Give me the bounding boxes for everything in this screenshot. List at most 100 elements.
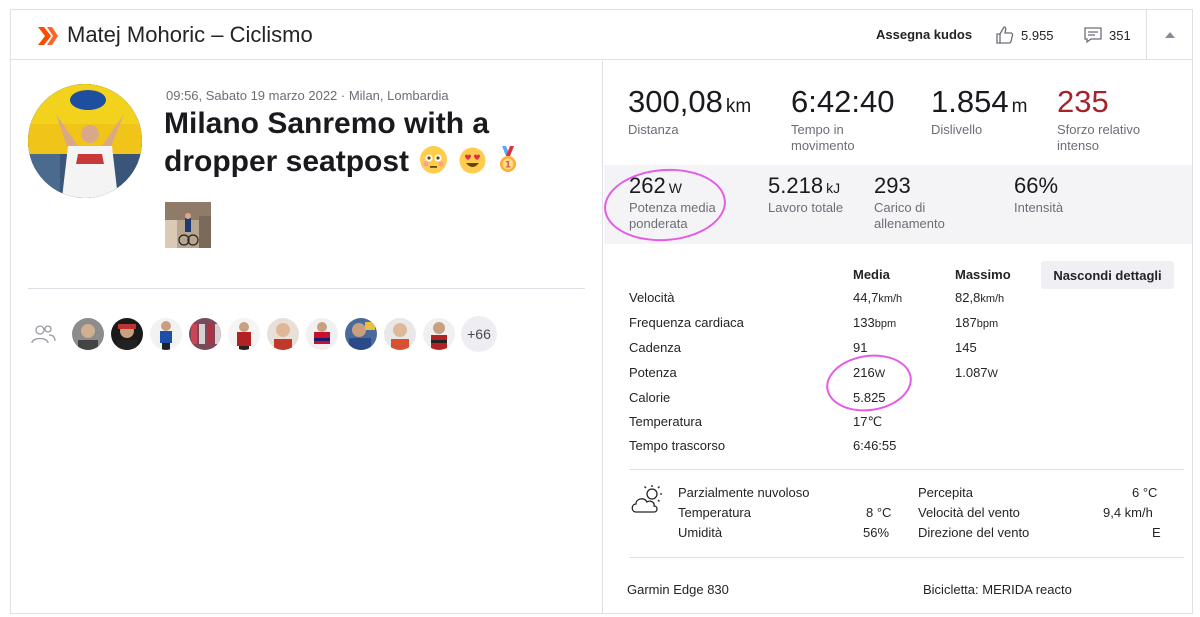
hide-details-button[interactable]: Nascondi dettagli	[1041, 261, 1174, 289]
comments-counter[interactable]: 351	[1083, 24, 1131, 46]
medal-icon: 1	[497, 146, 519, 173]
athlete-avatar-5[interactable]	[226, 316, 262, 352]
athlete-avatar-3[interactable]	[148, 316, 184, 352]
detail-average-unit: W	[874, 368, 886, 380]
collapse-button[interactable]	[1146, 10, 1192, 60]
moving-time-value: 6:42:40	[791, 84, 895, 119]
detail-maximum-value: 187	[955, 315, 977, 330]
distance-label: Distanza	[628, 122, 679, 137]
weighted-power-value: 262	[629, 173, 666, 198]
activity-card: Matej Mohoric – Ciclismo Assegna kudos 5…	[10, 9, 1193, 614]
activity-summary-panel: 09:56, Sabato 19 marzo 2022 · Milan, Lom…	[11, 61, 603, 614]
distance-value: 300,08	[628, 84, 723, 119]
athlete-avatar[interactable]	[28, 84, 142, 198]
detail-average-value: 133	[853, 315, 875, 330]
detail-average: 216W	[853, 365, 885, 380]
athlete-avatar-7[interactable]	[304, 316, 340, 352]
activity-header: Matej Mohoric – Ciclismo Assegna kudos 5…	[11, 10, 1192, 60]
strava-chevrons-icon	[38, 27, 58, 45]
intensity-label: Intensità	[1014, 200, 1064, 215]
detail-row-speed: Velocità 44,7km/h 82,8km/h	[629, 290, 1174, 310]
stat-training-load: 293 Carico di allenamento	[874, 173, 974, 232]
total-work-label: Lavoro totale	[768, 200, 844, 215]
moving-time-label: Tempo in movimento	[791, 122, 855, 153]
training-load-value: 293	[874, 173, 911, 198]
device-name: Garmin Edge 830	[627, 582, 729, 597]
detail-maximum-value: 1.087	[955, 365, 988, 380]
heart-eyes-face-icon	[459, 146, 486, 174]
divider	[629, 557, 1184, 558]
activity-date-location: 09:56, Sabato 19 marzo 2022 · Milan, Lom…	[166, 88, 449, 103]
stat-relative-effort[interactable]: 235 Sforzo relativo intenso	[1057, 84, 1167, 154]
more-athletes-button[interactable]: +66	[461, 316, 497, 352]
athlete-avatar-8[interactable]	[343, 316, 379, 352]
detail-maximum-value: 82,8	[955, 290, 981, 305]
athlete-avatar-2[interactable]	[109, 316, 145, 352]
detail-average-value: 91	[853, 340, 868, 355]
athlete-avatar-9[interactable]	[382, 316, 418, 352]
detail-average-unit: km/h	[878, 293, 903, 305]
stat-elevation: 1.854 m Dislivello	[931, 84, 1027, 138]
total-work-unit: kJ	[826, 180, 841, 196]
elevation-unit: m	[1011, 96, 1028, 117]
divider	[28, 288, 585, 289]
stat-distance: 300,08 km Distanza	[628, 84, 751, 138]
detail-average: 5.825	[853, 390, 886, 405]
wind-speed-label: Velocità del vento	[918, 505, 1020, 520]
detail-average-value: 44,7	[853, 290, 879, 305]
detail-row-heart-rate: Frequenza cardiaca 133bpm 187bpm	[629, 315, 1174, 335]
kudos-counter[interactable]: 5.955	[995, 24, 1054, 46]
detail-label: Cadenza	[629, 340, 682, 355]
detail-maximum-unit: bpm	[976, 318, 999, 330]
stat-weighted-power: 262 W Potenza media ponderata	[629, 173, 749, 232]
detail-maximum: 82,8km/h	[955, 290, 1004, 305]
elevation-label: Dislivello	[931, 122, 983, 137]
stat-total-work: 5.218 kJ Lavoro totale	[768, 173, 843, 216]
flushed-face-icon	[420, 146, 448, 174]
wind-speed-value: 9,4 km/h	[1103, 505, 1153, 520]
detail-label: Frequenza cardiaca	[629, 315, 744, 330]
detail-maximum-unit: W	[987, 368, 998, 380]
athlete-avatar-1[interactable]	[70, 316, 106, 352]
weighted-power-unit: W	[668, 180, 682, 196]
detail-row-power: Potenza 216W 1.087W	[629, 365, 1174, 385]
thumbs-up-icon	[996, 26, 1014, 44]
activity-photo-thumbnail[interactable]	[165, 202, 211, 248]
detail-average-value: 5.825	[853, 390, 886, 405]
detail-average: 133bpm	[853, 315, 896, 330]
relative-effort-value: 235	[1057, 84, 1109, 119]
weighted-power-label: Potenza media ponderata	[629, 200, 716, 231]
give-kudos-button[interactable]: Assegna kudos	[876, 27, 972, 42]
detail-label: Potenza	[629, 365, 677, 380]
detail-average-value: 216	[853, 365, 875, 380]
detail-maximum-unit: km/h	[980, 293, 1005, 305]
detail-average-unit: bpm	[874, 318, 897, 330]
relative-effort-label: Sforzo relativo intenso	[1057, 122, 1141, 153]
stat-moving-time: 6:42:40 Tempo in movimento	[791, 84, 901, 154]
divider	[629, 469, 1184, 470]
weather-feels-value: 6 °C	[1132, 485, 1158, 500]
comment-icon	[1084, 27, 1102, 44]
activity-header-title[interactable]: Matej Mohoric – Ciclismo	[67, 22, 313, 48]
detail-maximum: 1.087W	[955, 365, 998, 380]
athlete-avatar-6[interactable]	[265, 316, 301, 352]
caret-up-icon	[1164, 32, 1175, 38]
detail-average: 44,7km/h	[853, 290, 902, 305]
detail-average: 6:46:55	[853, 438, 896, 453]
athlete-avatar-4[interactable]	[187, 316, 223, 352]
detail-average: 91	[853, 340, 867, 355]
weather-humidity-label: Umidità	[678, 525, 723, 540]
total-work-value: 5.218	[768, 173, 824, 198]
weather-condition: Parzialmente nuvoloso	[678, 485, 810, 500]
comments-count: 351	[1109, 27, 1131, 43]
detail-label: Calorie	[629, 390, 671, 405]
activity-title: Milano Sanremo with a dropper seatpost 1	[164, 105, 584, 181]
svg-text:1: 1	[505, 161, 511, 171]
column-header-average: Media	[853, 267, 890, 282]
weather-temperature-label: Temperatura	[678, 505, 751, 520]
detail-label: Temperatura	[629, 414, 702, 429]
detail-row-cadence: Cadenza 91 145	[629, 340, 1174, 360]
athlete-avatar-10[interactable]	[421, 316, 457, 352]
distance-unit: km	[725, 96, 752, 117]
group-icon	[29, 320, 57, 348]
